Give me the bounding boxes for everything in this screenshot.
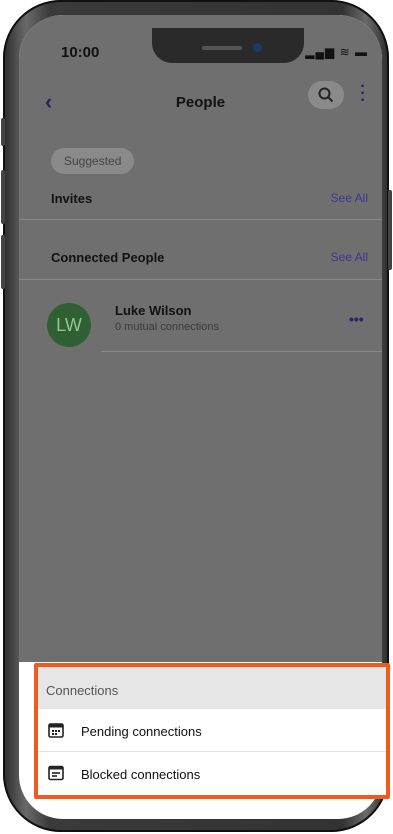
top-bar: ‹ People · · ·: [19, 79, 382, 121]
sheet-title: Connections: [46, 683, 119, 698]
menu-item-label: Pending connections: [81, 724, 202, 739]
notch: [152, 28, 304, 63]
status-icons: ▂▄▆ ≋ ▬: [305, 45, 368, 59]
invites-label: Invites: [51, 191, 93, 206]
mutual-connections: 0 mutual connections: [115, 321, 219, 333]
person-more-icon[interactable]: •••: [349, 311, 364, 327]
front-camera: [253, 43, 262, 52]
divider: [19, 279, 382, 280]
signal-icon: ▂▄▆: [305, 45, 336, 59]
invites-see-all-link[interactable]: See All: [331, 191, 368, 205]
search-icon: [318, 87, 334, 103]
menu-item-blocked-connections[interactable]: Blocked connections: [38, 752, 386, 794]
menu-item-label: Blocked connections: [81, 767, 201, 782]
connected-people-label: Connected People: [51, 250, 165, 265]
status-time: 10:00: [61, 44, 100, 61]
more-options-icon[interactable]: · · ·: [356, 79, 370, 109]
sheet-header: Connections: [38, 667, 386, 709]
volume-down-button: [1, 235, 5, 289]
divider: [101, 351, 382, 352]
volume-up-button: [1, 170, 5, 224]
calendar-icon: [48, 723, 64, 738]
power-button: [388, 190, 392, 270]
speaker: [202, 46, 242, 50]
menu-item-pending-connections[interactable]: Pending connections: [38, 709, 386, 751]
blocked-list-icon: [48, 765, 64, 781]
filter-chip-suggested[interactable]: Suggested: [51, 148, 135, 174]
person-name[interactable]: Luke Wilson: [115, 303, 191, 318]
divider: [19, 219, 382, 220]
battery-icon: ▬: [355, 45, 368, 59]
avatar[interactable]: LW: [47, 303, 91, 347]
search-button[interactable]: [308, 81, 344, 109]
wifi-icon: ≋: [339, 45, 351, 59]
mute-switch: [1, 118, 5, 146]
connected-see-all-link[interactable]: See All: [331, 250, 368, 264]
connections-sheet: Connections Pending connections Blocked …: [34, 663, 390, 799]
